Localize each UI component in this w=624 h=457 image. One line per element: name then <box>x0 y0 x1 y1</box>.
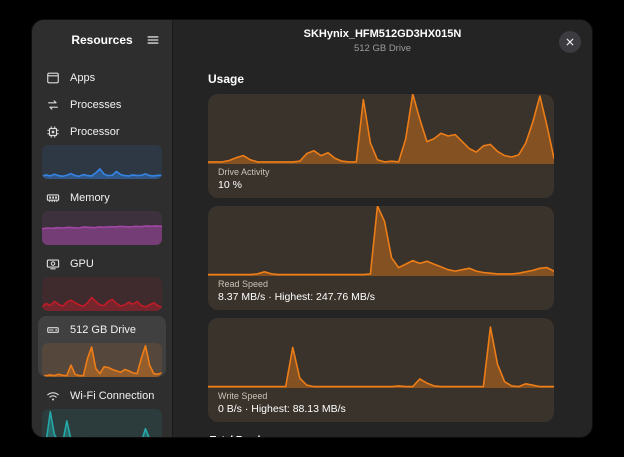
title-stack: SKHynix_HFM512GD3HX015N 512 GB Drive <box>304 28 462 55</box>
sidebar-item-processor[interactable]: Processor <box>38 118 166 179</box>
sidebar-item-label: Memory <box>70 192 110 204</box>
sidebar-item-label: GPU <box>70 258 94 270</box>
drive-usage-panel: Usage Drive Activity 10 % Read Speed 8.3… <box>173 66 592 437</box>
metric-name: Drive Activity <box>218 167 544 177</box>
drive-activity-chart <box>208 94 554 164</box>
sidebar-item-gpu[interactable]: GPU <box>38 250 166 311</box>
write-speed-card: Write Speed 0 B/s · Highest: 88.13 MB/s <box>208 318 554 422</box>
wifi-usage-sparkline <box>42 409 162 437</box>
metric-value: 0 B/s · Highest: 88.13 MB/s <box>218 403 544 415</box>
window-subtitle: 512 GB Drive <box>304 43 462 54</box>
sidebar-item-label: Processor <box>70 126 120 138</box>
hamburger-menu-icon <box>145 32 161 48</box>
clipped-next-section: Total Read <box>208 430 554 437</box>
sidebar-title: Resources <box>71 33 132 47</box>
read-speed-chart <box>208 206 554 276</box>
memory-icon <box>45 190 61 206</box>
close-button[interactable] <box>559 31 581 53</box>
sidebar-item-memory[interactable]: Memory <box>38 184 166 245</box>
metric-value: 8.37 MB/s · Highest: 247.76 MB/s <box>218 291 544 303</box>
drive-activity-meta: Drive Activity 10 % <box>208 164 554 198</box>
metric-name: Read Speed <box>218 279 544 289</box>
sidebar-item-label: 512 GB Drive <box>70 324 136 336</box>
processor-icon <box>45 124 61 140</box>
usage-section-title: Usage <box>208 72 554 86</box>
clipped-next-label: Total Read <box>210 435 260 437</box>
sidebar-item-drive[interactable]: 512 GB Drive <box>38 316 166 377</box>
resources-window: Resources Apps <box>32 20 592 437</box>
metric-name: Write Speed <box>218 391 544 401</box>
main-panel: SKHynix_HFM512GD3HX015N 512 GB Drive Usa… <box>173 20 592 437</box>
read-speed-meta: Read Speed 8.37 MB/s · Highest: 247.76 M… <box>208 276 554 310</box>
write-speed-chart <box>208 318 554 388</box>
processor-usage-sparkline <box>42 145 162 179</box>
sidebar-item-processes[interactable]: Processes <box>38 91 166 118</box>
sidebar-item-wifi[interactable]: Wi-Fi Connection <box>38 382 166 437</box>
apps-icon <box>45 70 61 86</box>
sidebar-header: Resources <box>32 20 172 60</box>
drive-icon <box>45 322 61 338</box>
close-icon <box>565 37 575 47</box>
read-speed-card: Read Speed 8.37 MB/s · Highest: 247.76 M… <box>208 206 554 310</box>
sidebar-item-label: Apps <box>70 72 95 84</box>
gpu-usage-sparkline <box>42 277 162 311</box>
drive-activity-card: Drive Activity 10 % <box>208 94 554 198</box>
sidebar-item-apps[interactable]: Apps <box>38 64 166 91</box>
metric-value: 10 % <box>218 179 544 191</box>
memory-usage-sparkline <box>42 211 162 245</box>
drive-usage-sparkline <box>42 343 162 377</box>
header-bar: SKHynix_HFM512GD3HX015N 512 GB Drive <box>173 20 592 66</box>
processes-icon <box>45 97 61 113</box>
sidebar-item-label: Processes <box>70 99 121 111</box>
sidebar-item-label: Wi-Fi Connection <box>70 390 154 402</box>
sidebar: Resources Apps <box>32 20 173 437</box>
wifi-icon <box>45 388 61 404</box>
sidebar-nav: Apps Processes Processor <box>32 60 172 437</box>
window-title: SKHynix_HFM512GD3HX015N <box>304 28 462 41</box>
main-menu-button[interactable] <box>141 28 165 52</box>
write-speed-meta: Write Speed 0 B/s · Highest: 88.13 MB/s <box>208 388 554 422</box>
gpu-icon <box>45 256 61 272</box>
